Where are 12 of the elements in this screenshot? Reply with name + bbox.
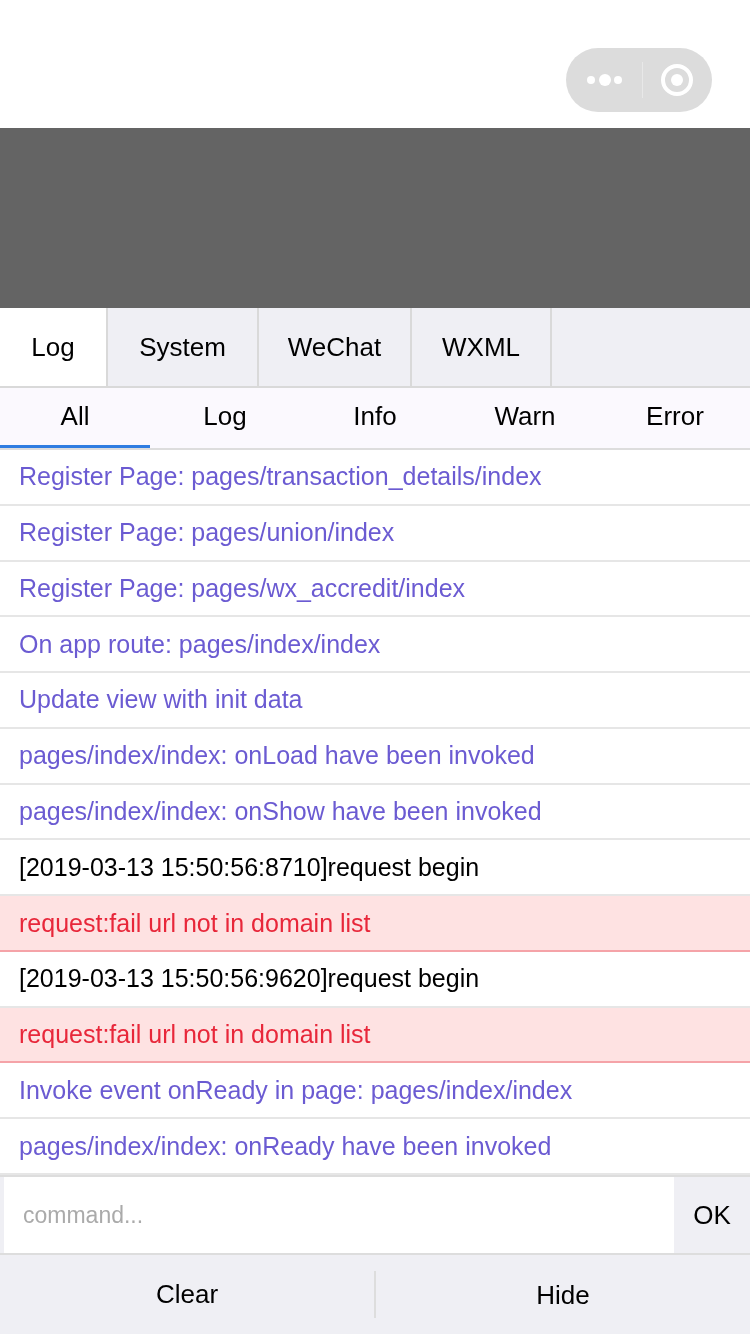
console-tab[interactable]: Log [0, 308, 108, 386]
footer-button[interactable]: Clear [0, 1255, 374, 1334]
log-entry: request:fail url not in domain list [0, 896, 750, 952]
command-field[interactable]: command... [4, 1177, 674, 1253]
filter-tab[interactable]: Error [600, 388, 750, 448]
filter-tab[interactable]: Log [150, 388, 300, 448]
more-icon[interactable] [584, 73, 625, 87]
filter-tab[interactable]: Info [300, 388, 450, 448]
close-target-icon[interactable] [659, 63, 694, 97]
log-entry: request:fail url not in domain list [0, 1007, 750, 1064]
filter-tab[interactable]: Warn [450, 388, 600, 448]
footer-button[interactable]: Hide [374, 1271, 750, 1318]
